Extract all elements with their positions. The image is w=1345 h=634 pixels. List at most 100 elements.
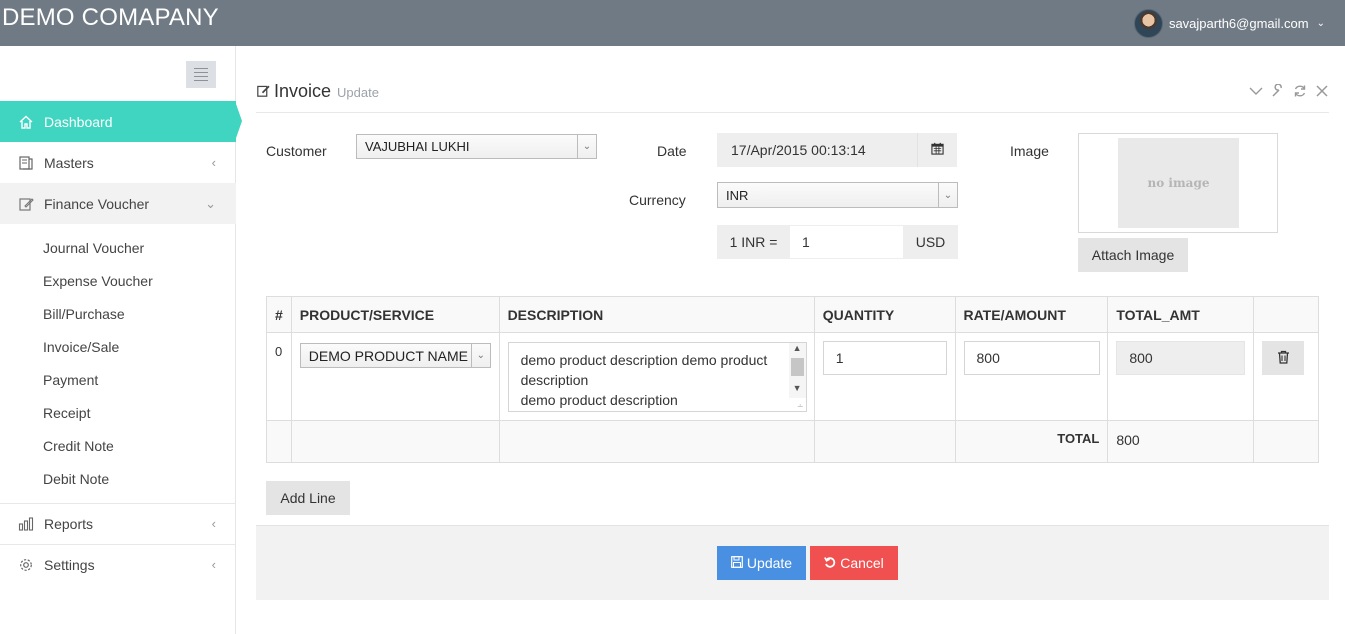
sidebar-subitem-debit-note[interactable]: Debit Note xyxy=(43,471,109,487)
trash-icon xyxy=(1277,350,1290,367)
edit-icon xyxy=(257,84,270,100)
home-icon xyxy=(17,114,35,130)
undo-icon xyxy=(824,555,836,571)
sidebar-item-finance-voucher[interactable]: Finance Voucher ⌄ xyxy=(0,183,236,224)
product-value: DEMO PRODUCT NAME xyxy=(308,347,468,364)
chevron-down-icon: ⌄ xyxy=(470,344,490,367)
cancel-label: Cancel xyxy=(840,555,884,571)
attach-image-button[interactable]: Attach Image xyxy=(1078,238,1188,272)
update-button[interactable]: Update xyxy=(717,546,806,580)
customer-select[interactable]: VAJUBHAI LUKHI ⌄ xyxy=(356,134,597,159)
currency-select[interactable]: INR ⌄ xyxy=(717,182,958,208)
exchange-rate-input[interactable]: 1 xyxy=(790,225,903,259)
line-items-table: # PRODUCT/SERVICE DESCRIPTION QUANTITY R… xyxy=(266,296,1319,463)
sidebar-subitem-receipt[interactable]: Receipt xyxy=(43,405,90,421)
sidebar-item-label: Finance Voucher xyxy=(44,195,150,212)
save-icon xyxy=(731,555,743,571)
total-label: TOTAL xyxy=(954,420,1109,463)
image-preview: no image xyxy=(1078,133,1278,233)
scrollbar[interactable]: ▲ ▼ xyxy=(788,343,806,398)
no-image-placeholder: no image xyxy=(1118,138,1239,228)
customer-label: Customer xyxy=(266,143,327,159)
sidebar-item-label: Settings xyxy=(44,556,95,573)
calendar-button[interactable] xyxy=(917,133,957,167)
sidebar-item-label: Masters xyxy=(44,154,94,171)
scroll-down-icon[interactable]: ▼ xyxy=(789,383,806,396)
refresh-icon[interactable] xyxy=(1293,84,1307,101)
cancel-button[interactable]: Cancel xyxy=(810,546,898,580)
divider xyxy=(256,112,1329,113)
column-header: TOTAL_AMT xyxy=(1107,296,1255,333)
date-field[interactable]: 17/Apr/2015 00:13:14 xyxy=(717,133,917,167)
table-header-row: # PRODUCT/SERVICE DESCRIPTION QUANTITY R… xyxy=(266,296,1319,333)
sidebar-item-reports[interactable]: Reports ‹ xyxy=(0,503,236,544)
sidebar-item-masters[interactable]: Masters ‹ xyxy=(0,142,236,183)
avatar xyxy=(1133,9,1163,38)
top-bar: DEMO COMAPANY savajparth6@gmail.com ⌄ xyxy=(0,0,1345,46)
currency-label: Currency xyxy=(629,192,686,208)
sidebar-subitem-journal-voucher[interactable]: Journal Voucher xyxy=(43,240,144,256)
chevron-down-icon: ⌄ xyxy=(577,135,596,158)
sidebar-item-label: Dashboard xyxy=(44,113,113,130)
customer-value: VAJUBHAI LUKHI xyxy=(365,139,470,154)
product-select[interactable]: DEMO PRODUCT NAME ⌄ xyxy=(299,343,491,368)
wrench-icon[interactable] xyxy=(1271,83,1285,101)
bar-chart-icon xyxy=(17,516,35,532)
column-header: QUANTITY xyxy=(813,296,956,333)
sidebar-item-dashboard[interactable]: Dashboard xyxy=(0,101,242,142)
description-textarea[interactable]: demo product description demo product de… xyxy=(507,342,807,412)
panel-title: Invoice xyxy=(274,81,332,101)
column-header: RATE/AMOUNT xyxy=(954,296,1109,333)
brand-name: DEMO COMAPANY xyxy=(2,4,219,31)
grand-total-value: 800 xyxy=(1107,420,1255,463)
menu-toggle-button[interactable] xyxy=(186,61,216,88)
column-header: # xyxy=(266,296,292,333)
column-header: PRODUCT/SERVICE xyxy=(290,296,500,333)
rate-input[interactable]: 800 xyxy=(963,341,1100,375)
user-menu[interactable]: savajparth6@gmail.com ⌄ xyxy=(1133,9,1325,38)
chevron-down-icon: ⌄ xyxy=(938,183,957,207)
sidebar-subitem-payment[interactable]: Payment xyxy=(43,372,98,388)
product-cell: DEMO PRODUCT NAME ⌄ xyxy=(290,332,500,421)
sidebar-item-settings[interactable]: Settings ‹ xyxy=(0,544,236,585)
sidebar-subitem-credit-note[interactable]: Credit Note xyxy=(43,438,114,454)
date-label: Date xyxy=(657,143,687,159)
user-email: savajparth6@gmail.com xyxy=(1168,16,1309,31)
collapse-icon[interactable] xyxy=(1249,84,1263,101)
description-line: demo product description xyxy=(520,392,678,408)
scroll-up-icon[interactable]: ▲ xyxy=(789,343,806,356)
close-icon[interactable] xyxy=(1315,84,1329,101)
description-line: demo product description demo product xyxy=(520,352,768,368)
delete-row-button[interactable] xyxy=(1262,341,1305,375)
column-header-actions xyxy=(1253,296,1319,333)
quantity-cell: 1 xyxy=(813,332,956,421)
description-line: description xyxy=(520,372,589,388)
rate-prefix: 1 INR = xyxy=(717,225,790,259)
description-cell: demo product description demo product de… xyxy=(498,332,815,421)
chevron-down-icon: ⌄ xyxy=(205,195,216,211)
column-header: DESCRIPTION xyxy=(498,296,815,333)
rate-cell: 800 xyxy=(954,332,1109,421)
quantity-input[interactable]: 1 xyxy=(822,341,947,375)
chevron-left-icon: ‹ xyxy=(211,155,216,170)
sidebar: Dashboard Masters ‹ Finance Voucher ⌄ Jo… xyxy=(0,46,242,634)
chevron-down-icon: ⌄ xyxy=(1316,18,1325,29)
sidebar-item-label: Reports xyxy=(44,515,94,532)
image-label: Image xyxy=(1010,143,1049,159)
chevron-left-icon: ‹ xyxy=(211,557,216,572)
sidebar-subitem-expense-voucher[interactable]: Expense Voucher xyxy=(43,273,153,289)
book-icon xyxy=(17,155,35,171)
table-footer-row: TOTAL 800 xyxy=(266,420,1319,463)
panel-subtitle: Update xyxy=(337,85,379,100)
scrollbar-thumb[interactable] xyxy=(790,358,804,376)
sidebar-subitem-bill-purchase[interactable]: Bill/Purchase xyxy=(43,306,125,322)
table-row: 0 DEMO PRODUCT NAME ⌄ demo product descr… xyxy=(266,332,1319,421)
resize-handle-icon[interactable]: ∸ xyxy=(797,402,804,411)
total-cell: 800 xyxy=(1107,332,1255,421)
chevron-left-icon: ‹ xyxy=(211,516,216,531)
page-title: Invoice Update xyxy=(257,81,379,102)
panel-tools xyxy=(1249,83,1329,101)
currency-value: INR xyxy=(726,187,749,203)
add-line-button[interactable]: Add Line xyxy=(266,481,350,515)
sidebar-subitem-invoice-sale[interactable]: Invoice/Sale xyxy=(43,339,119,355)
